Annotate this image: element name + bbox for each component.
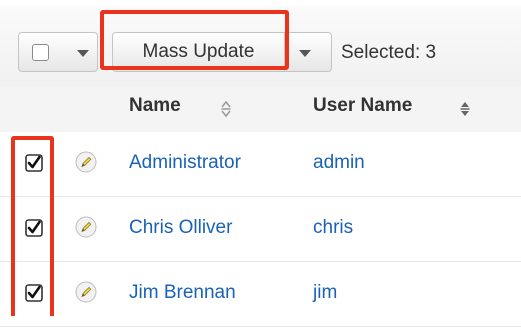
checkbox-checked-icon[interactable]: [25, 154, 43, 172]
user-name-link[interactable]: Administrator: [129, 152, 241, 174]
username-link[interactable]: chris: [313, 217, 353, 239]
list-toolbar: Mass Update Selected: 3: [0, 6, 521, 87]
checkbox-checked-icon[interactable]: [25, 219, 43, 237]
column-header-name[interactable]: Name: [129, 95, 181, 117]
selected-count: Selected: 3: [341, 42, 437, 63]
user-name-link[interactable]: Chris Olliver: [129, 217, 232, 239]
user-name-link[interactable]: Jim Brennan: [129, 282, 236, 304]
table-row: Jim Brennan jim: [0, 262, 521, 327]
pencil-icon[interactable]: [75, 151, 97, 173]
username-link[interactable]: jim: [313, 282, 337, 304]
chevron-down-icon[interactable]: [77, 50, 89, 57]
checkbox-checked-icon[interactable]: [25, 284, 43, 302]
sort-icon[interactable]: [220, 100, 232, 118]
actions-chevron-down-icon[interactable]: [299, 50, 311, 57]
sort-icon[interactable]: [459, 100, 471, 118]
mass-update-group: Mass Update: [112, 32, 332, 72]
select-all-dropdown[interactable]: [18, 32, 98, 72]
pencil-icon[interactable]: [75, 216, 97, 238]
mass-update-button[interactable]: Mass Update: [113, 33, 285, 71]
pencil-icon[interactable]: [75, 281, 97, 303]
table-row: Chris Olliver chris: [0, 197, 521, 262]
column-header-user-name[interactable]: User Name: [313, 95, 412, 117]
table-row: Administrator admin: [0, 132, 521, 197]
username-link[interactable]: admin: [313, 152, 365, 174]
table-header: Name User Name: [0, 86, 521, 133]
select-all-checkbox[interactable]: [32, 44, 49, 61]
